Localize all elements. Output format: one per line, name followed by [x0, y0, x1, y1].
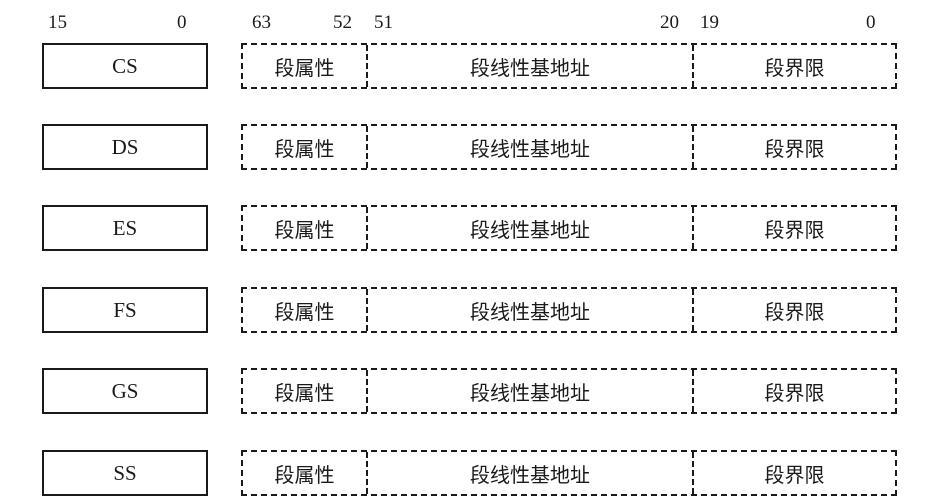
register-row: GS 段属性 段线性基地址 段界限: [0, 368, 927, 414]
register-row: DS 段属性 段线性基地址 段界限: [0, 124, 927, 170]
limit-bit-high-label: 19: [700, 12, 719, 33]
segment-attribute-field: 段属性: [243, 45, 368, 87]
segment-base-field: 段线性基地址: [368, 45, 694, 87]
register-row: FS 段属性 段线性基地址 段界限: [0, 287, 927, 333]
attr-bit-high-label: 63: [252, 12, 271, 33]
segment-register-box: ES: [42, 205, 208, 251]
segment-base-field: 段线性基地址: [368, 370, 694, 412]
segment-base-field: 段线性基地址: [368, 289, 694, 331]
segment-register-box: SS: [42, 450, 208, 496]
segment-register-diagram: { "bit_labels": { "reg_high": "15", "reg…: [0, 0, 927, 503]
segment-attribute-field: 段属性: [243, 126, 368, 168]
segment-base-field: 段线性基地址: [368, 207, 694, 249]
attr-bit-low-label: 52: [333, 12, 352, 33]
descriptor-cache-box: 段属性 段线性基地址 段界限: [241, 287, 897, 333]
register-row: CS 段属性 段线性基地址 段界限: [0, 43, 927, 89]
segment-attribute-field: 段属性: [243, 370, 368, 412]
base-bit-low-label: 20: [660, 12, 679, 33]
segment-base-field: 段线性基地址: [368, 126, 694, 168]
segment-limit-field: 段界限: [764, 217, 825, 242]
segment-limit-field: 段界限: [764, 299, 825, 324]
descriptor-cache-box: 段属性 段线性基地址 段界限: [241, 205, 897, 251]
descriptor-cache-box: 段属性 段线性基地址 段界限: [241, 450, 897, 496]
base-bit-high-label: 51: [374, 12, 393, 33]
segment-limit-field: 段界限: [764, 136, 825, 161]
segment-register-box: GS: [42, 368, 208, 414]
segment-register-box: DS: [42, 124, 208, 170]
segment-limit-field: 段界限: [764, 380, 825, 405]
segment-limit-field: 段界限: [764, 462, 825, 487]
descriptor-cache-box: 段属性 段线性基地址 段界限: [241, 43, 897, 89]
limit-bit-low-label: 0: [866, 12, 876, 33]
register-row: SS 段属性 段线性基地址 段界限: [0, 450, 927, 496]
segment-base-field: 段线性基地址: [368, 452, 694, 494]
segment-attribute-field: 段属性: [243, 289, 368, 331]
segment-register-box: FS: [42, 287, 208, 333]
register-row: ES 段属性 段线性基地址 段界限: [0, 205, 927, 251]
segment-register-box: CS: [42, 43, 208, 89]
segment-attribute-field: 段属性: [243, 452, 368, 494]
descriptor-cache-box: 段属性 段线性基地址 段界限: [241, 124, 897, 170]
reg-bit-high-label: 15: [48, 12, 67, 33]
segment-limit-field: 段界限: [764, 55, 825, 80]
reg-bit-low-label: 0: [177, 12, 187, 33]
segment-attribute-field: 段属性: [243, 207, 368, 249]
descriptor-cache-box: 段属性 段线性基地址 段界限: [241, 368, 897, 414]
